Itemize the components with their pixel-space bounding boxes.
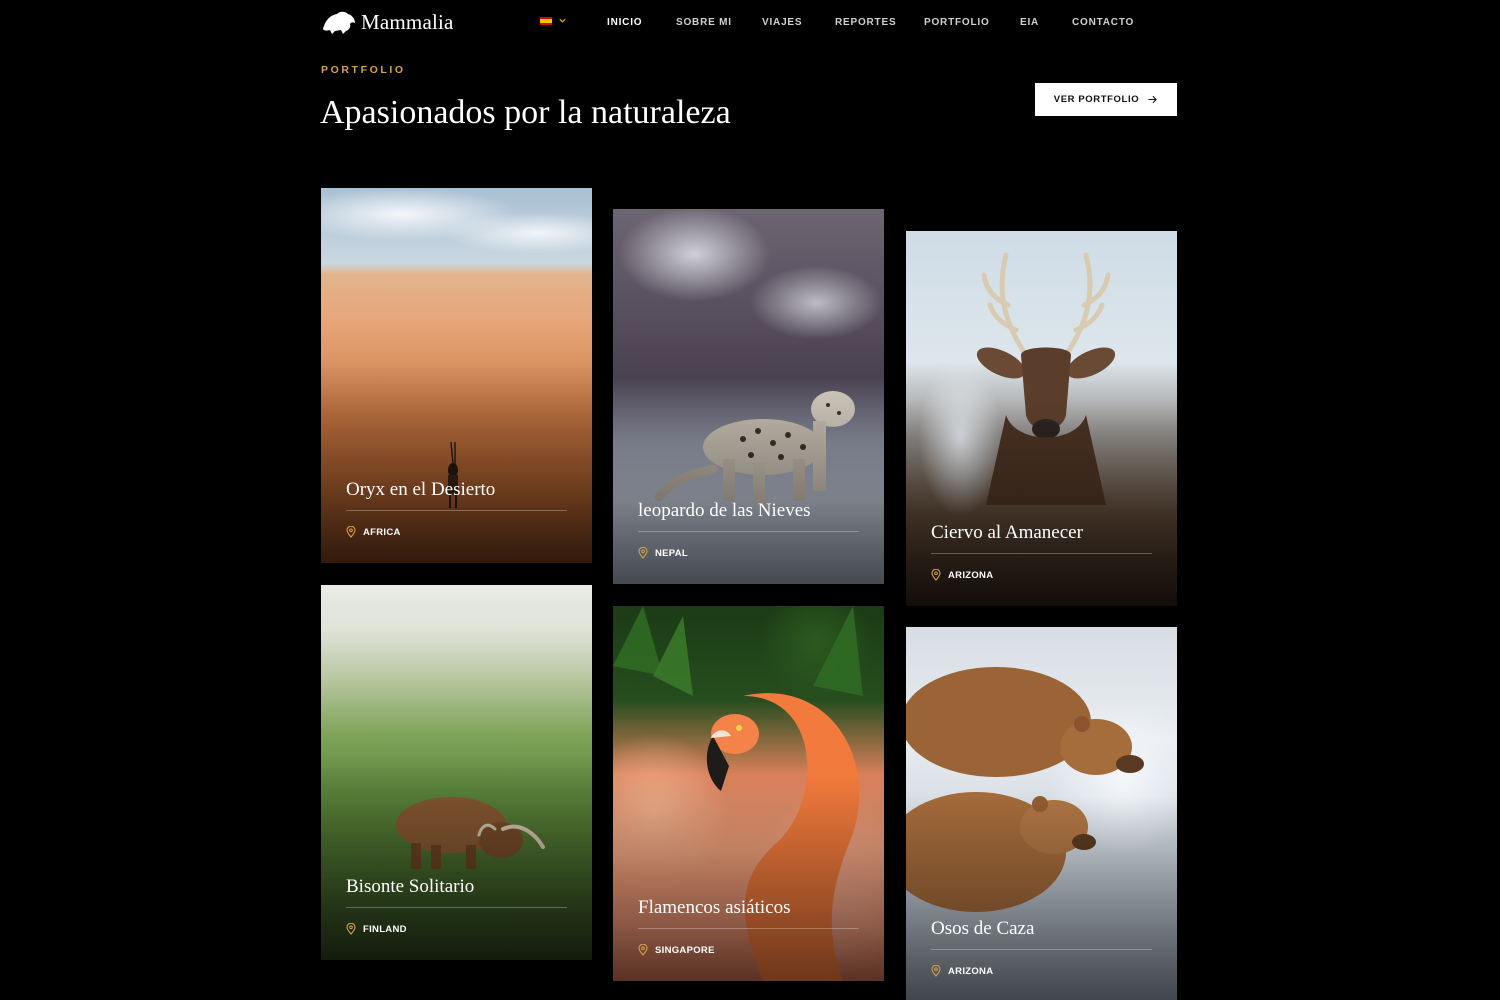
portfolio-card-flamingo[interactable]: Flamencos asiáticos SINGAPORE — [613, 606, 884, 981]
location-pin-icon — [638, 944, 648, 956]
card-title: Bisonte Solitario — [346, 876, 475, 897]
card-divider — [638, 928, 859, 929]
view-portfolio-button[interactable]: VER PORTFOLIO — [1035, 83, 1177, 116]
portfolio-card-bison[interactable]: Bisonte Solitario FINLAND — [321, 585, 592, 960]
nav-reportes[interactable]: REPORTES — [835, 17, 896, 28]
card-location-label: ARIZONA — [948, 965, 994, 977]
section-eyebrow: PORTFOLIO — [321, 64, 406, 76]
card-divider — [638, 531, 859, 532]
card-location-label: AFRICA — [363, 526, 401, 538]
card-divider — [346, 510, 567, 511]
chevron-down-icon — [558, 16, 567, 25]
card-divider — [346, 907, 567, 908]
location-pin-icon — [931, 569, 941, 581]
location-pin-icon — [931, 965, 941, 977]
nav-portfolio[interactable]: PORTFOLIO — [924, 17, 990, 28]
card-title: Ciervo al Amanecer — [931, 522, 1083, 543]
card-divider — [931, 553, 1152, 554]
nav-sobre-mi[interactable]: SOBRE MI — [676, 17, 732, 28]
arrow-right-icon — [1148, 95, 1158, 104]
nav-viajes[interactable]: VIAJES — [762, 17, 802, 28]
section-title: Apasionados por la naturaleza — [320, 94, 731, 131]
portfolio-card-bears[interactable]: Osos de Caza ARIZONA — [906, 627, 1177, 1000]
card-location: NEPAL — [638, 547, 688, 559]
card-title: Osos de Caza — [931, 918, 1035, 939]
location-pin-icon — [346, 923, 356, 935]
location-pin-icon — [638, 547, 648, 559]
portfolio-card-oryx[interactable]: Oryx en el Desierto AFRICA — [321, 188, 592, 563]
brand-name: Mammalia — [361, 9, 454, 34]
spain-flag-icon — [540, 16, 552, 25]
card-location-label: SINGAPORE — [655, 944, 715, 956]
nav-eia[interactable]: EIA — [1020, 17, 1039, 28]
card-divider — [931, 949, 1152, 950]
portfolio-card-deer[interactable]: Ciervo al Amanecer ARIZONA — [906, 231, 1177, 606]
card-location: FINLAND — [346, 923, 407, 935]
lion-icon — [323, 11, 355, 34]
card-title: Flamencos asiáticos — [638, 897, 791, 918]
brand-logo[interactable]: Mammalia — [321, 9, 454, 35]
location-pin-icon — [346, 526, 356, 538]
card-title: leopardo de las Nieves — [638, 500, 811, 521]
card-location: AFRICA — [346, 526, 401, 538]
card-location-label: NEPAL — [655, 547, 688, 559]
nav-contacto[interactable]: CONTACTO — [1072, 17, 1134, 28]
card-title: Oryx en el Desierto — [346, 479, 496, 500]
view-portfolio-label: VER PORTFOLIO — [1053, 94, 1140, 105]
nav-inicio[interactable]: INICIO — [607, 17, 642, 28]
card-location: ARIZONA — [931, 965, 993, 977]
card-location-label: FINLAND — [363, 923, 407, 935]
card-location: ARIZONA — [931, 569, 993, 581]
card-location-label: ARIZONA — [948, 569, 994, 581]
portfolio-card-snow-leopard[interactable]: leopardo de las Nieves NEPAL — [613, 209, 884, 584]
card-location: SINGAPORE — [638, 944, 715, 956]
language-selector[interactable] — [540, 16, 567, 25]
